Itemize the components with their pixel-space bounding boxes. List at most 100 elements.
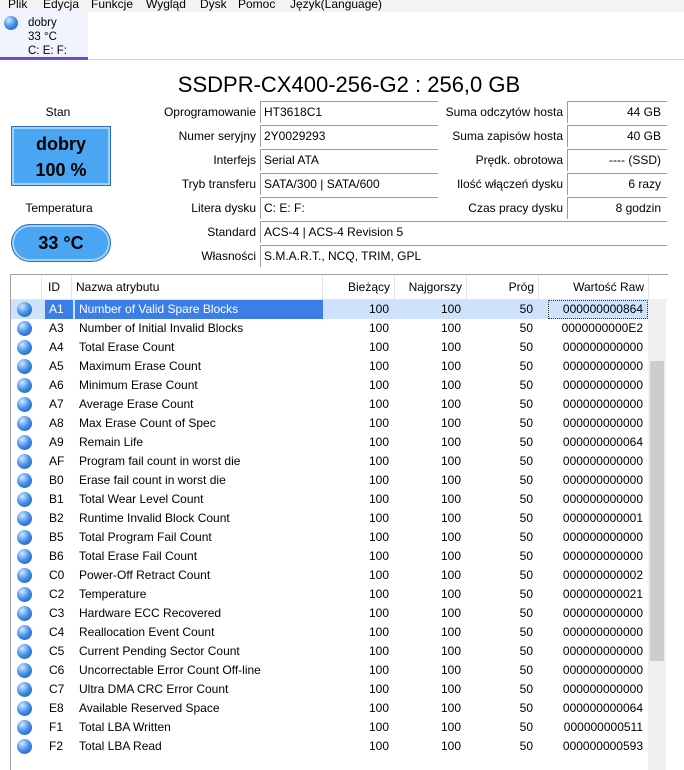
header-attribute-name[interactable]: Nazwa atrybutu [72, 275, 323, 300]
current-value: 100 [368, 359, 389, 373]
power-on-count-value: 6 razy [567, 173, 667, 195]
attribute-name: Total LBA Read [79, 739, 162, 753]
raw-value: 000000000511 [563, 720, 643, 734]
raw-value: 000000000000 [562, 549, 643, 563]
header-current[interactable]: Bieżący [323, 275, 395, 300]
table-row[interactable]: A1 Number of Valid Spare Blocks 100 100 50 00… [11, 300, 649, 319]
current-value: 100 [368, 568, 389, 582]
table-row[interactable]: AF Program fail count in worst die 100 100 5… [11, 452, 649, 471]
table-row[interactable]: C4 Reallocation Event Count 100 100 50 000000… [11, 623, 649, 642]
attribute-id: A5 [49, 359, 64, 373]
attribute-id: C3 [49, 606, 65, 620]
table-row[interactable]: A6 Minimum Erase Count 100 100 50 00000000000… [11, 376, 649, 395]
header-threshold[interactable]: Próg [467, 275, 539, 300]
table-row[interactable]: F1 Total LBA Written 100 100 50 000000000511 [11, 718, 649, 737]
current-value: 100 [368, 739, 389, 753]
attribute-name: Power-Off Retract Count [79, 568, 211, 582]
attribute-id: E8 [49, 701, 64, 715]
attribute-name: Erase fail count in worst die [79, 473, 226, 487]
current-value: 100 [368, 720, 389, 734]
disk-tab[interactable]: dobry 33 °C C: E: F: [0, 12, 88, 60]
temperature-badge[interactable]: 33 °C [11, 224, 111, 262]
worst-value: 100 [440, 321, 461, 335]
header-id[interactable]: ID [42, 275, 72, 300]
attribute-id: B5 [49, 530, 64, 544]
table-row[interactable]: B5 Total Program Fail Count 100 100 50 000000… [11, 528, 649, 547]
table-row[interactable]: C2 Temperature 100 100 50 000000000021 [11, 585, 649, 604]
attribute-name: Minimum Erase Count [79, 378, 198, 392]
header-worst[interactable]: Najgorszy [395, 275, 467, 300]
threshold-value: 50 [519, 473, 533, 487]
table-row[interactable]: C7 Ultra DMA CRC Error Count 100 100 50 00000… [11, 680, 649, 699]
attribute-id: AF [49, 454, 65, 468]
table-row[interactable]: A4 Total Erase Count 100 100 50 000000000000 [11, 338, 649, 357]
threshold-value: 50 [519, 720, 533, 734]
menu-item-funkcje[interactable]: Funkcje [91, 0, 133, 12]
threshold-value: 50 [519, 663, 533, 677]
menu-item-language[interactable]: Język(Language) [290, 0, 382, 12]
menu-item-dysk[interactable]: Dysk [200, 0, 227, 12]
table-row[interactable]: A3 Number of Initial Invalid Blocks 100 100… [11, 319, 649, 338]
attribute-name: Runtime Invalid Block Count [79, 511, 230, 525]
worst-value: 100 [440, 720, 461, 734]
table-row[interactable]: A8 Max Erase Count of Spec 100 100 50 0000000… [11, 414, 649, 433]
header-status[interactable] [11, 275, 42, 300]
attribute-name: Ultra DMA CRC Error Count [79, 682, 229, 696]
table-row[interactable]: A5 Maximum Erase Count 100 100 50 00000000000… [11, 357, 649, 376]
focus-outline [548, 300, 648, 319]
table-row[interactable]: A7 Average Erase Count 100 100 50 00000000000… [11, 395, 649, 414]
status-dot-icon [17, 359, 32, 374]
attribute-id: B0 [49, 473, 64, 487]
current-value: 100 [368, 397, 389, 411]
table-row[interactable]: F2 Total LBA Read 100 100 50 000000000593 [11, 737, 649, 756]
status-dot-icon [17, 530, 32, 545]
table-row[interactable]: C5 Current Pending Sector Count 100 100 50 00… [11, 642, 649, 661]
raw-value: 000000000064 [562, 701, 643, 715]
current-value: 100 [368, 473, 389, 487]
table-row[interactable]: B6 Total Erase Fail Count 100 100 50 00000000… [11, 547, 649, 566]
threshold-value: 50 [519, 321, 533, 335]
status-dot-icon [17, 378, 32, 393]
firmware-value: HT3618C1 [260, 101, 438, 123]
table-row[interactable]: E8 Available Reserved Space 100 100 50 000000… [11, 699, 649, 718]
menu-item-plik[interactable]: Plik [8, 0, 27, 12]
menu-item-pomoc[interactable]: Pomoc [238, 0, 275, 12]
threshold-value: 50 [519, 454, 533, 468]
table-row[interactable]: B1 Total Wear Level Count 100 100 50 00000000… [11, 490, 649, 509]
threshold-value: 50 [519, 359, 533, 373]
worst-value: 100 [440, 701, 461, 715]
status-dot-icon [17, 587, 32, 602]
attribute-id: A9 [49, 435, 64, 449]
table-row[interactable]: B0 Erase fail count in worst die 100 100 50 0… [11, 471, 649, 490]
threshold-value: 50 [519, 530, 533, 544]
attribute-name: Total Wear Level Count [79, 492, 204, 506]
attribute-id: A1 [45, 300, 73, 319]
table-row[interactable]: C3 Hardware ECC Recovered 100 100 50 00000000… [11, 604, 649, 623]
table-row[interactable]: C6 Uncorrectable Error Count Off-line 100 1… [11, 661, 649, 680]
menu-item-wyglad[interactable]: Wygląd [146, 0, 186, 12]
header-raw-value[interactable]: Wartość Raw [539, 275, 649, 300]
transfer-mode-label: Tryb transferu [181, 177, 256, 191]
table-scrollbar[interactable] [648, 299, 666, 770]
threshold-value: 50 [519, 397, 533, 411]
features-value: S.M.A.R.T., NCQ, TRIM, GPL [260, 245, 667, 267]
attribute-id: A4 [49, 340, 64, 354]
status-dot-icon [17, 397, 32, 412]
attribute-id: C7 [49, 682, 65, 696]
table-row[interactable]: B2 Runtime Invalid Block Count 100 100 50 000… [11, 509, 649, 528]
table-row[interactable]: A9 Remain Life 100 100 50 000000000064 [11, 433, 649, 452]
health-status-button[interactable]: dobry 100 % [11, 126, 111, 186]
current-value: 100 [368, 378, 389, 392]
table-row[interactable]: C0 Power-Off Retract Count 100 100 50 0000000… [11, 566, 649, 585]
worst-value: 100 [440, 302, 461, 316]
menu-item-edycja[interactable]: Edycja [43, 0, 79, 12]
attribute-name: Reallocation Event Count [79, 625, 215, 639]
attribute-id: C5 [49, 644, 65, 658]
threshold-value: 50 [519, 302, 533, 316]
raw-value: 000000000000 [562, 378, 643, 392]
status-dot-icon [17, 302, 32, 317]
status-dot-icon [17, 321, 32, 336]
interface-value: Serial ATA [260, 149, 438, 171]
attribute-name: Total Erase Count [79, 340, 175, 354]
scrollbar-thumb[interactable] [650, 361, 664, 661]
